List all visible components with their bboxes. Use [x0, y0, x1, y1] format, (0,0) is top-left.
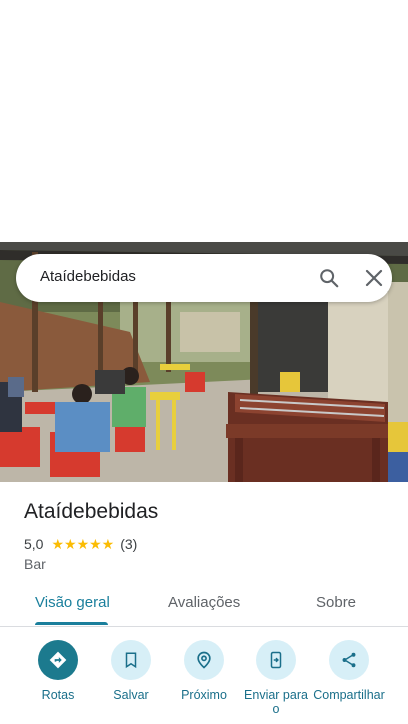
nearby-label: Próximo: [181, 688, 227, 702]
send-to-phone-button[interactable]: Enviar para o: [240, 640, 312, 716]
close-icon[interactable]: [362, 266, 386, 290]
review-count: (3): [120, 536, 138, 552]
rating-value: 5,0: [24, 536, 44, 552]
bookmark-icon: [125, 652, 137, 669]
directions-label: Rotas: [41, 688, 75, 702]
nearby-icon: [197, 651, 211, 669]
send-to-phone-icon: [270, 651, 282, 669]
map-blank-area: [0, 0, 408, 242]
place-title: Ataídebebidas: [24, 500, 159, 523]
send-to-phone-label: Enviar para o: [244, 688, 308, 716]
directions-button[interactable]: Rotas: [22, 640, 94, 702]
directions-icon: [49, 651, 67, 669]
save-label: Salvar: [113, 688, 149, 702]
share-button[interactable]: Compartilhar: [313, 640, 385, 702]
search-input[interactable]: Ataídebebidas: [40, 268, 136, 285]
nearby-button[interactable]: Próximo: [168, 640, 240, 702]
rating-row[interactable]: 5,0 ★★★★★ (3): [24, 535, 137, 553]
active-tab-indicator: [35, 622, 108, 625]
share-icon: [342, 652, 356, 668]
save-button[interactable]: Salvar: [95, 640, 167, 702]
search-bar[interactable]: Ataídebebidas: [16, 254, 392, 302]
star-rating-icon: ★★★★★: [51, 535, 115, 552]
tab-bar: Visão geral Avaliações Sobre: [0, 582, 408, 627]
share-label: Compartilhar: [313, 688, 385, 702]
place-category: Bar: [24, 556, 46, 572]
action-bar: Rotas Salvar Próximo Enviar para o Compa…: [0, 640, 408, 724]
search-icon[interactable]: [318, 267, 340, 289]
tab-about[interactable]: Sobre: [316, 594, 356, 611]
tab-overview[interactable]: Visão geral: [35, 594, 110, 611]
tab-reviews[interactable]: Avaliações: [168, 594, 240, 611]
